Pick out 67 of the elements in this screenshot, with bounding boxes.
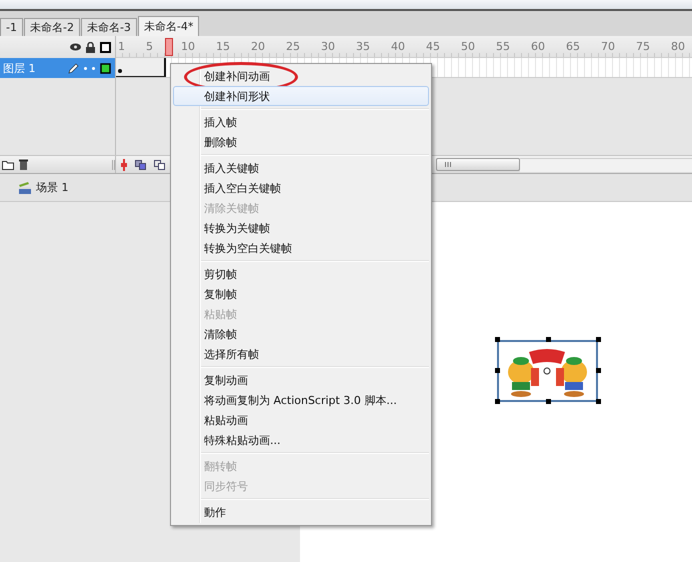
center-frame-icon[interactable] <box>121 158 127 170</box>
document-tab[interactable]: 未命名-4* <box>138 16 200 36</box>
clapperboard-icon <box>18 181 31 194</box>
grip-icon <box>112 160 115 170</box>
menu-item[interactable]: 转换为空白关键帧 <box>173 238 429 258</box>
frame-number: 1 <box>118 40 125 53</box>
eye-icon[interactable] <box>70 43 81 51</box>
pencil-icon <box>68 62 79 74</box>
resize-handle[interactable] <box>495 337 500 342</box>
frame-number: 30 <box>321 40 335 53</box>
keyframe-dot[interactable] <box>118 69 122 73</box>
trash-icon[interactable] <box>19 159 28 170</box>
document-tab[interactable]: -1 <box>0 18 23 36</box>
frame-number: 5 <box>146 40 153 53</box>
folder-icon[interactable] <box>2 160 14 170</box>
frame-number: 35 <box>356 40 370 53</box>
frame-number: 65 <box>566 40 580 53</box>
resize-handle[interactable] <box>596 399 601 404</box>
menu-item[interactable]: 剪切帧 <box>173 264 429 284</box>
frame-number: 55 <box>496 40 510 53</box>
document-tab[interactable]: 未命名-3 <box>80 18 137 36</box>
scrollbar-thumb[interactable] <box>436 158 520 171</box>
outline-icon[interactable] <box>100 42 111 52</box>
frame-number: 40 <box>391 40 405 53</box>
dot-icon[interactable] <box>84 66 87 70</box>
resize-handle[interactable] <box>546 399 550 404</box>
menu-item[interactable]: 转换为关键帧 <box>173 218 429 238</box>
frame-number: 45 <box>426 40 440 53</box>
frame-number: 80 <box>671 40 685 53</box>
resize-handle[interactable] <box>596 368 601 373</box>
frame-number: 15 <box>216 40 230 53</box>
menu-item[interactable]: 创建补间形状 <box>173 86 429 106</box>
resize-handle[interactable] <box>495 399 500 404</box>
frame-span[interactable] <box>116 58 166 77</box>
resize-handle[interactable] <box>546 337 550 342</box>
menu-item[interactable]: 動作 <box>173 502 429 522</box>
dot-icon[interactable] <box>92 66 95 70</box>
resize-handle[interactable] <box>495 368 500 373</box>
frame-number: 10 <box>181 40 195 53</box>
playhead[interactable] <box>164 38 173 56</box>
scene-name[interactable]: 场景 1 <box>36 180 68 195</box>
frame-number: 75 <box>636 40 650 53</box>
layer-name: 图层 1 <box>3 60 36 76</box>
menu-item[interactable]: 复制动画 <box>173 370 429 390</box>
onion-skin-icon[interactable] <box>135 160 146 170</box>
frame-number: 70 <box>601 40 615 53</box>
menu-item[interactable]: 插入空白关键帧 <box>173 178 429 198</box>
frame-number: 60 <box>531 40 545 53</box>
lock-icon[interactable] <box>86 42 95 52</box>
frame-number: 20 <box>251 40 265 53</box>
menu-item[interactable]: 复制帧 <box>173 284 429 304</box>
menu-item[interactable]: 粘贴动画 <box>173 410 429 430</box>
menu-item[interactable]: 创建补间动画 <box>173 66 429 86</box>
menu-item[interactable]: 清除帧 <box>173 324 429 344</box>
menu-item[interactable]: 将动画复制为 ActionScript 3.0 脚本... <box>173 390 429 410</box>
frame-number: 25 <box>286 40 300 53</box>
resize-handle[interactable] <box>596 337 601 342</box>
layer-color-icon[interactable] <box>100 62 111 74</box>
menu-item[interactable]: 插入关键帧 <box>173 158 429 178</box>
pivot-icon[interactable] <box>543 367 551 375</box>
menu-item[interactable]: 删除帧 <box>173 132 429 152</box>
frame-number: 50 <box>461 40 475 53</box>
document-tab[interactable]: 未命名-2 <box>24 18 80 36</box>
menu-item[interactable]: 特殊粘贴动画... <box>173 430 429 450</box>
menu-item[interactable]: 选择所有帧 <box>173 344 429 364</box>
menu-item[interactable]: 插入帧 <box>173 112 429 132</box>
onion-outline-icon[interactable] <box>154 160 165 170</box>
